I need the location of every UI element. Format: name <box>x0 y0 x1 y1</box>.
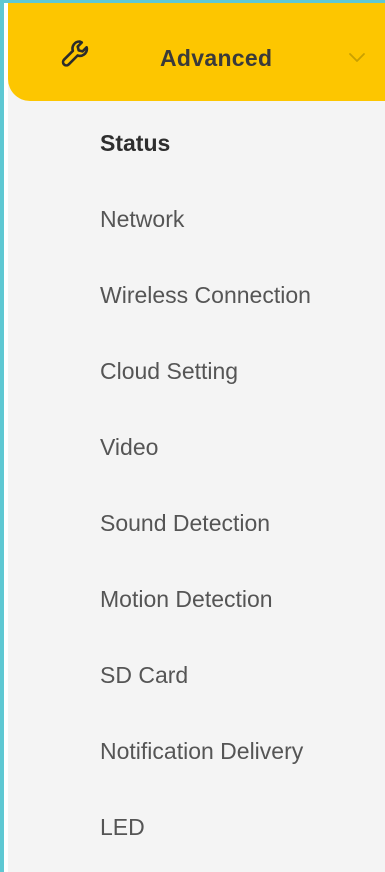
menu-item-sound-detection[interactable]: Sound Detection <box>100 508 270 538</box>
menu-item-wireless-connection[interactable]: Wireless Connection <box>100 280 311 310</box>
menu-item-sd-card[interactable]: SD Card <box>100 660 188 690</box>
advanced-menu-header[interactable]: Advanced <box>8 3 385 101</box>
menu-item-network[interactable]: Network <box>100 204 184 234</box>
menu-item-video[interactable]: Video <box>100 432 158 462</box>
menu-item-notification-delivery[interactable]: Notification Delivery <box>100 736 303 766</box>
advanced-label: Advanced <box>160 45 273 71</box>
menu-item-cloud-setting[interactable]: Cloud Setting <box>100 356 238 386</box>
menu-item-motion-detection[interactable]: Motion Detection <box>100 584 273 614</box>
menu-item-led[interactable]: LED <box>100 812 145 842</box>
chevron-down-icon[interactable] <box>346 46 368 68</box>
wrench-icon <box>61 40 89 67</box>
menu-item-status[interactable]: Status <box>100 128 170 158</box>
